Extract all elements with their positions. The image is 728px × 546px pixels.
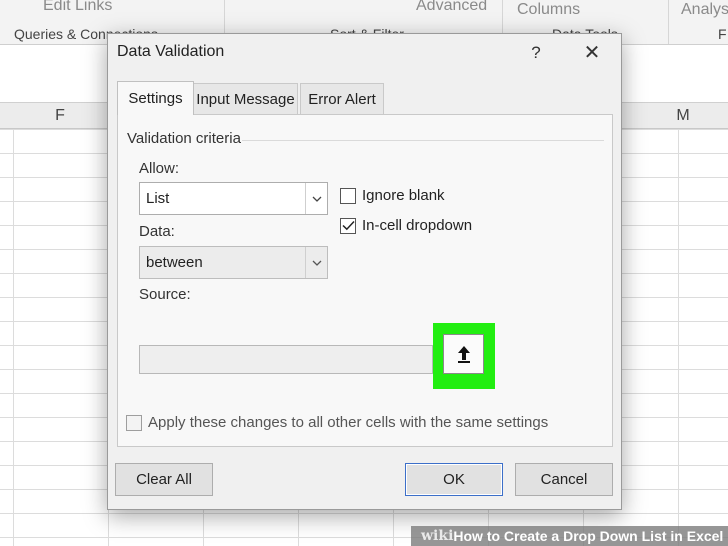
collapse-button-highlight	[433, 323, 495, 389]
chevron-down-icon[interactable]	[305, 247, 327, 278]
data-value: between	[146, 254, 203, 271]
source-input[interactable]	[139, 345, 433, 374]
close-icon[interactable]: ✕	[576, 40, 608, 66]
clear-all-button[interactable]: Clear All	[115, 463, 213, 496]
chevron-down-icon[interactable]	[305, 183, 327, 214]
source-label: Source:	[139, 286, 191, 303]
ribbon-separator	[668, 0, 669, 44]
checkmark-icon	[341, 220, 355, 231]
section-divider	[242, 140, 604, 141]
allow-label: Allow:	[139, 160, 180, 177]
column-header-m[interactable]: M	[638, 103, 728, 129]
ribbon-item-edit-links[interactable]: Edit Links	[43, 0, 112, 15]
settings-panel: Validation criteria Allow: List Data: be…	[117, 114, 613, 447]
ribbon-item-advanced[interactable]: Advanced	[416, 0, 487, 15]
tab-settings[interactable]: Settings	[117, 81, 194, 115]
tab-input-message[interactable]: Input Message	[193, 83, 298, 115]
ribbon-group-forecast: F	[718, 26, 727, 42]
watermark-brand: wiki	[421, 528, 454, 544]
data-label: Data:	[139, 223, 175, 240]
ribbon-item-columns[interactable]: Columns	[517, 1, 580, 19]
apply-all-label: Apply these changes to all other cells w…	[148, 414, 549, 431]
watermark-banner: wiki How to Create a Drop Down List in E…	[411, 526, 728, 546]
allow-select[interactable]: List	[139, 182, 328, 215]
column-header-f[interactable]: F	[13, 103, 108, 129]
validation-criteria-heading: Validation criteria	[127, 130, 241, 147]
ok-button[interactable]: OK	[405, 463, 503, 496]
help-button[interactable]: ?	[523, 40, 549, 66]
data-select[interactable]: between	[139, 246, 328, 279]
apply-all-row[interactable]: Apply these changes to all other cells w…	[126, 414, 548, 431]
ignore-blank-label: Ignore blank	[362, 187, 445, 204]
collapse-dialog-button[interactable]	[443, 334, 484, 374]
in-cell-dropdown-checkbox[interactable]	[340, 217, 356, 234]
ribbon-item-analysis[interactable]: Analysis	[681, 1, 728, 19]
apply-all-checkbox[interactable]	[126, 414, 142, 431]
ignore-blank-row[interactable]: Ignore blank	[340, 187, 445, 204]
arrow-up-icon	[457, 346, 470, 363]
in-cell-dropdown-label: In-cell dropdown	[362, 217, 473, 234]
ignore-blank-checkbox[interactable]	[340, 187, 356, 204]
in-cell-dropdown-row[interactable]: In-cell dropdown	[340, 217, 472, 234]
watermark-title: How to Create a Drop Down List in Excel	[453, 528, 724, 544]
tab-error-alert[interactable]: Error Alert	[300, 83, 384, 115]
cancel-button[interactable]: Cancel	[515, 463, 613, 496]
data-validation-dialog: Data Validation ? ✕ Settings Input Messa…	[107, 33, 622, 510]
allow-value: List	[146, 190, 170, 207]
dialog-title: Data Validation	[117, 43, 225, 60]
